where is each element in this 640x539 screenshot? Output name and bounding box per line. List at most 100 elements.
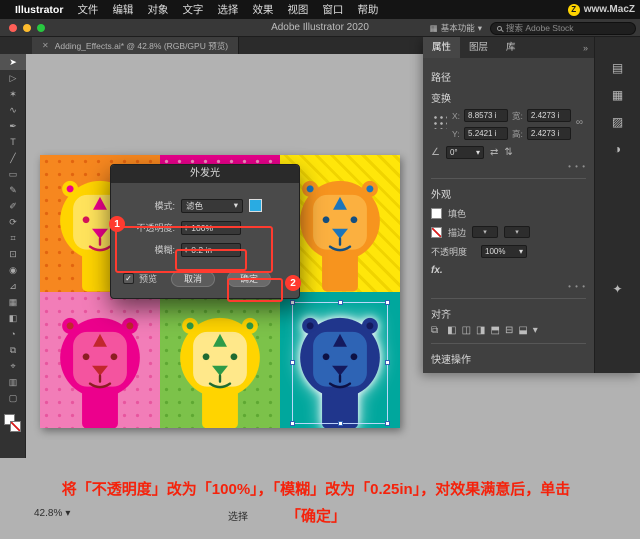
properties-panel: 路径 变换 X: 8.8573 i 宽: 2.4273 i Y: 5.2421 … [423,58,594,373]
menu-item[interactable]: 选择 [210,2,245,17]
align-top-icon[interactable]: ⬒ [491,325,500,336]
opacity-stepper[interactable]: ▴ ▾ 100% [181,220,241,235]
stepper-arrows-icon[interactable]: ▴ ▾ [185,223,187,232]
stroke-swatch[interactable] [431,226,442,238]
menu-item[interactable]: 视图 [280,2,315,17]
selection-bounding-box[interactable] [290,299,390,426]
menu-item[interactable]: 窗口 [315,2,350,17]
column-graph-tool[interactable]: ▥ [0,374,26,390]
stepper-arrows-icon[interactable]: ▴ ▾ [185,245,187,254]
libraries-panel-icon[interactable]: ▤ [607,58,629,78]
symbols-panel-icon[interactable]: ✦ [607,279,629,299]
selection-handle[interactable] [385,360,390,366]
menu-item[interactable]: 文字 [175,2,210,17]
artwork-panel[interactable] [40,291,160,428]
ok-button[interactable]: 确定 [227,270,272,287]
pen-tool[interactable]: ✒ [0,118,26,134]
align-left-icon[interactable]: ◧ [447,325,456,336]
panel-tab-1[interactable]: 属性 [423,37,461,58]
free-transform-tool[interactable]: ⊡ [0,246,26,262]
panel-tab-2[interactable]: 图层 [460,37,497,58]
fill-swatch[interactable] [431,207,442,219]
dialog-title-bar[interactable]: 外发光 [111,165,299,183]
selection-handle[interactable] [290,360,295,366]
stroke-unit-select[interactable]: ▾ [504,226,531,238]
direct-selection-tool[interactable]: ▷ [0,70,26,86]
swatches-panel-icon[interactable]: ▦ [607,85,629,105]
magic-wand-tool[interactable]: ✶ [0,86,26,102]
rotation-input[interactable]: 0° ▾ [445,146,484,159]
pencil-tool[interactable]: ✐ [0,198,26,214]
align-center-horizontal-icon[interactable]: ◫ [462,325,471,336]
selection-handle[interactable] [290,421,295,426]
menu-item[interactable]: 帮助 [350,2,385,17]
align-center-vertical-icon[interactable]: ⊟ [505,325,513,336]
document-tab[interactable]: ✕ Adding_Effects.ai* @ 42.8% (RGB/GPU 预览… [32,37,240,54]
stroke-color-swatch[interactable] [10,421,21,432]
blend-tool[interactable]: ⧉ [0,342,26,358]
align-right-icon[interactable]: ◨ [476,325,485,336]
brushes-panel-icon[interactable]: ▨ [607,112,629,132]
stroke-weight-select[interactable]: ▾ [472,226,499,238]
line-segment-tool[interactable]: ╱ [0,150,26,166]
collapse-panels-icon[interactable]: » [583,43,588,53]
selection-handle[interactable] [337,421,343,426]
type-tool[interactable]: T [0,134,26,150]
gradient-tool[interactable]: ◧ [0,310,26,326]
cancel-button[interactable]: 取消 [171,270,216,287]
flip-horizontal-icon[interactable]: ⇄ [490,147,498,158]
link-dimensions-icon[interactable]: ∞ [576,117,583,128]
align-bottom-icon[interactable]: ⬓ [518,325,527,336]
more-options-icon[interactable]: • • • [431,162,586,171]
eyedropper-tool[interactable]: ◔ [0,326,26,342]
color-panel-icon[interactable]: ◑ [607,139,629,159]
reference-point-icon[interactable] [431,113,447,129]
menu-item[interactable]: 文件 [70,2,105,17]
width-input[interactable]: 2.4273 i [526,109,571,122]
fill-stroke-widget[interactable] [0,414,25,440]
workspace-switcher[interactable]: ▦ 基本功能 ▾ [430,21,482,35]
rotate-tool[interactable]: ⟳ [0,214,26,230]
artboard-tool[interactable]: ▢ [0,390,26,406]
align-to-selection-icon[interactable]: ⧉ [431,325,438,336]
chevron-down-icon: ▾ [65,508,71,519]
glow-color-swatch[interactable] [249,199,262,212]
fx-button[interactable]: fx. [431,265,443,276]
menu-app-name[interactable]: Illustrator [8,4,70,16]
panel-tab-3[interactable]: 库 [497,37,525,58]
rectangle-tool[interactable]: ▭ [0,166,26,182]
y-input[interactable]: 5.2421 i [464,127,509,140]
more-options-icon[interactable]: • • • [431,282,586,291]
mode-select[interactable]: 滤色 ▾ [181,198,243,213]
width-tool[interactable]: ⌗ [0,230,26,246]
artwork-panel[interactable] [160,291,280,428]
flip-vertical-icon[interactable]: ⇅ [504,147,512,158]
menu-item[interactable]: 编辑 [105,2,140,17]
selection-handle[interactable] [385,421,390,426]
workspace-grid-icon: ▦ [429,22,438,33]
perspective-grid-tool[interactable]: ⊿ [0,278,26,294]
lasso-tool[interactable]: ∿ [0,102,26,118]
symbol-sprayer-tool[interactable]: ⌖ [0,358,26,374]
selection-tool[interactable]: ➤ [0,54,26,70]
panel-opacity-input[interactable]: 100% ▾ [481,244,528,258]
paintbrush-tool[interactable]: ✎ [0,182,26,198]
close-tab-icon[interactable]: ✕ [42,41,49,50]
selection-handle[interactable] [337,299,343,305]
selection-handle[interactable] [290,299,295,305]
adobe-stock-search-box[interactable]: 搜索 Adobe Stock [490,21,636,35]
height-input[interactable]: 2.4273 i [526,127,571,140]
blur-stepper[interactable]: ▴ ▾ 0.2 in [181,242,241,257]
chevron-down-icon: ▾ [475,148,480,157]
artwork-panel[interactable] [280,291,400,428]
menu-item[interactable]: 对象 [140,2,175,17]
shape-builder-tool[interactable]: ◉ [0,262,26,278]
menu-item[interactable]: 效果 [245,2,280,17]
preview-checkbox[interactable]: ✓ [123,273,134,284]
x-input[interactable]: 8.8573 i [464,109,509,122]
zoom-level-select[interactable]: 42.8% ▾ [34,508,70,519]
more-align-options-icon[interactable]: ▾ [533,325,538,336]
selection-handle[interactable] [385,299,390,305]
mesh-tool[interactable]: ▦ [0,294,26,310]
appearance-section-label: 外观 [431,190,451,201]
